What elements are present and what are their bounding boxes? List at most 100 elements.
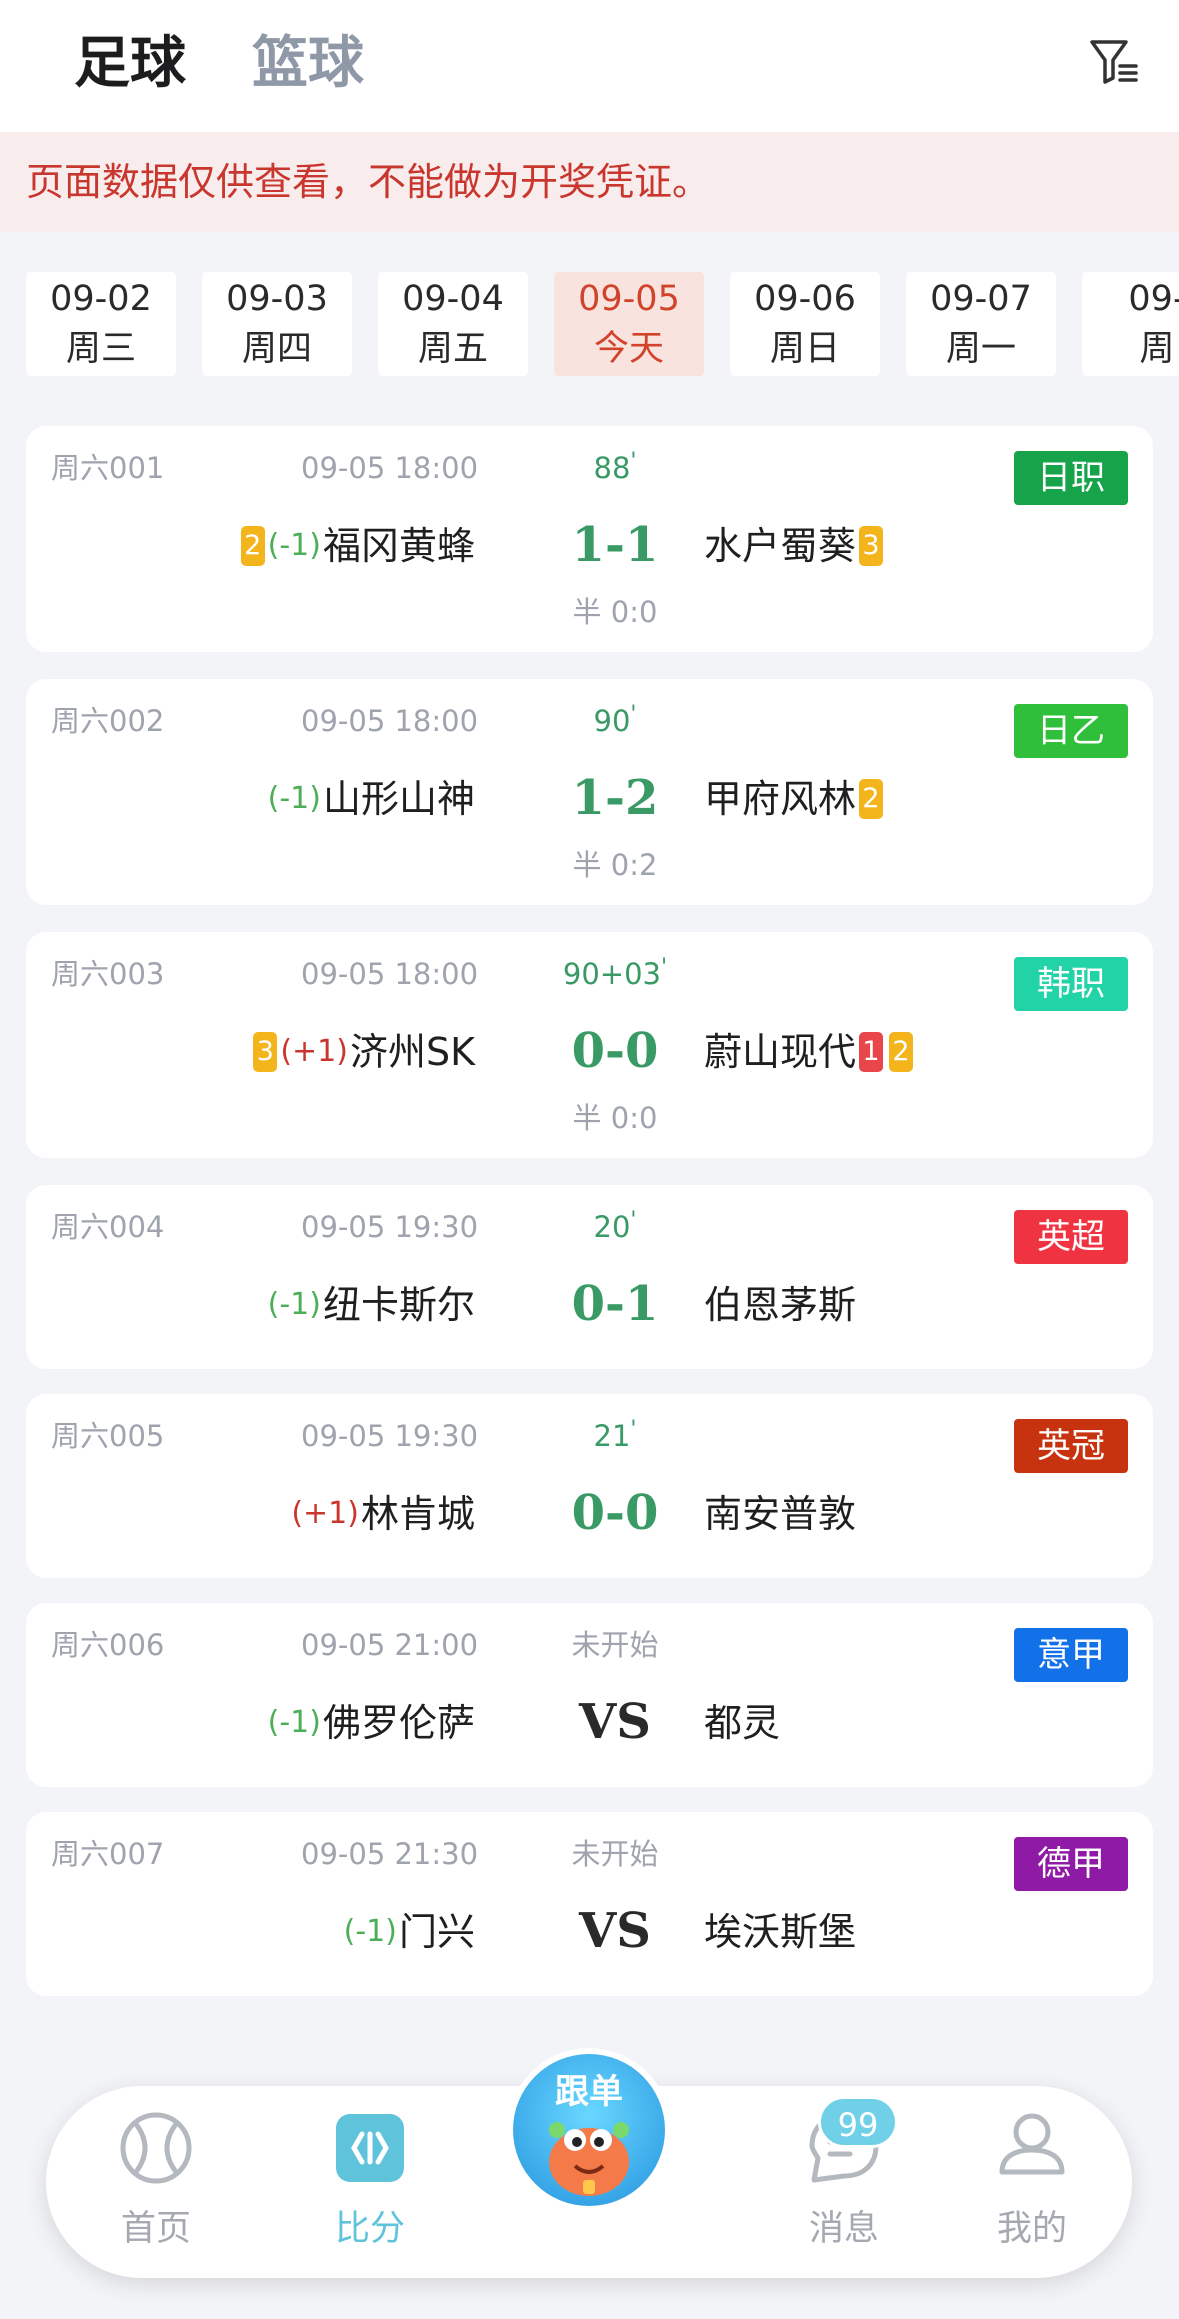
handicap: (-1) [267,1287,321,1322]
date-label: 09-07 [930,279,1032,319]
match-time: 09-05 18:00 [301,957,479,991]
match-card[interactable]: 周六005 09-05 19:30 21' 英冠 (+1) 林肯城 0-0 南安… [26,1394,1153,1578]
half-time-score: 半 0:0 [572,1101,658,1135]
date-item-0906[interactable]: 09-06 周日 [730,272,880,376]
match-id: 周六005 [51,1419,165,1453]
date-item-0902[interactable]: 09-02 周三 [26,272,176,376]
date-selector: 09-02 周三 09-03 周四 09-04 周五 09-05 今天 09-0… [0,272,1179,376]
weekday-label: 周五 [417,329,488,369]
handicap: (+1) [280,1034,348,1069]
home-team-name: 济州SK [349,1030,475,1074]
handicap: (-1) [267,1705,321,1740]
date-label: 09-05 [578,279,680,319]
nav-label: 首页 [120,2209,191,2249]
match-status: 未开始 [571,1837,659,1871]
match-minute: 21' [593,1417,637,1453]
away-team: 埃沃斯堡 [704,1904,856,1960]
filter-icon[interactable] [1086,34,1142,90]
home-team-name: 门兴 [398,1910,475,1954]
score-icon [332,2110,408,2186]
home-team: (-1) 佛罗伦萨 [268,1695,475,1751]
match-time: 09-05 21:00 [301,1628,479,1662]
match-card[interactable]: 周六004 09-05 19:30 20' 英超 (-1) 纽卡斯尔 0-1 伯… [26,1185,1153,1369]
away-team: 伯恩茅斯 [704,1277,856,1333]
match-card[interactable]: 周六002 09-05 18:00 90' 日乙 (-1) 山形山神 1-2 甲… [26,679,1153,905]
yellow-card-badge: 2 [889,1032,914,1072]
nav-home[interactable]: 首页 [76,2086,236,2278]
match-card[interactable]: 周六007 09-05 21:30 未开始 德甲 (-1) 门兴 VS 埃沃斯堡 [26,1812,1153,1996]
league-badge: 德甲 [1014,1837,1128,1891]
match-id: 周六001 [51,451,165,485]
away-team: 甲府风林 2 [704,771,886,827]
date-item-partial[interactable]: 09- 周 [1082,272,1179,376]
nav-score[interactable]: 比分 [290,2086,450,2278]
home-team-name: 山形山神 [322,777,475,821]
match-id: 周六003 [51,957,165,991]
match-score: 1-1 [571,517,659,573]
match-minute: 88' [593,449,637,485]
date-label: 09-03 [226,279,328,319]
home-team: 2 (-1) 福冈黄蜂 [238,518,475,574]
match-minute: 90+03' [562,955,668,991]
match-time: 09-05 19:30 [301,1419,479,1453]
date-item-0904[interactable]: 09-04 周五 [378,272,528,376]
home-team: (-1) 纽卡斯尔 [268,1277,475,1333]
match-id: 周六002 [51,704,165,738]
weekday-label: 周三 [65,329,136,369]
match-card[interactable]: 周六006 09-05 21:00 未开始 意甲 (-1) 佛罗伦萨 VS 都灵 [26,1603,1153,1787]
top-header: 足球 篮球 [0,0,1179,132]
message-count-badge: 99 [818,2096,898,2148]
handicap: (+1) [291,1496,359,1531]
nav-profile[interactable]: 我的 [952,2086,1112,2278]
match-card[interactable]: 周六003 09-05 18:00 90+03' 韩职 3 (+1) 济州SK … [26,932,1153,1158]
match-time: 09-05 18:00 [301,451,479,485]
match-id: 周六004 [51,1210,165,1244]
red-card-badge: 1 [859,1032,884,1072]
league-badge: 日乙 [1014,704,1128,758]
home-team: 3 (+1) 济州SK [250,1024,475,1080]
weekday-label: 周 [1139,329,1175,369]
away-team-name: 都灵 [704,1701,781,1745]
tab-football[interactable]: 足球 [74,28,186,100]
away-team: 水户蜀葵 3 [704,518,886,574]
date-label: 09- [1128,279,1179,319]
yellow-card-badge: 2 [859,779,884,819]
bottom-navigation: 首页 比分 跟单 消息 99 我的 [46,2054,1132,2278]
match-minute: 20' [593,1208,637,1244]
match-status: 未开始 [571,1628,659,1662]
away-team: 蔚山现代 1 2 [704,1024,916,1080]
home-team-name: 林肯城 [360,1492,475,1536]
match-score: 0-0 [571,1485,659,1541]
away-team-name: 蔚山现代 [704,1030,857,1074]
match-id: 周六006 [51,1628,165,1662]
league-badge: 意甲 [1014,1628,1128,1682]
date-item-0907[interactable]: 09-07 周一 [906,272,1056,376]
handicap: (-1) [267,528,321,563]
date-label: 09-02 [50,279,152,319]
disclaimer-notice: 页面数据仅供查看，不能做为开奖凭证。 [0,132,1179,232]
home-team-name: 福冈黄蜂 [322,524,475,568]
half-time-score: 半 0:2 [572,848,658,882]
football-icon [118,2110,194,2186]
away-team-name: 南安普敦 [704,1492,857,1536]
match-score: VS [579,1903,651,1959]
tab-basketball[interactable]: 篮球 [252,28,364,100]
nav-label: 比分 [334,2209,405,2249]
weekday-label: 周四 [241,329,312,369]
league-badge: 英超 [1014,1210,1128,1264]
league-badge: 英冠 [1014,1419,1128,1473]
away-team: 南安普敦 [704,1486,856,1542]
home-team-name: 佛罗伦萨 [322,1701,475,1745]
nav-label: 我的 [996,2209,1067,2249]
yellow-card-badge: 3 [859,526,884,566]
follow-order-button[interactable]: 跟单 [513,2054,665,2206]
match-card[interactable]: 周六001 09-05 18:00 88' 日职 2 (-1) 福冈黄蜂 1-1… [26,426,1153,652]
weekday-label: 周日 [769,329,840,369]
match-time: 09-05 21:30 [301,1837,479,1871]
handicap: (-1) [343,1914,397,1949]
half-time-score: 半 0:0 [572,595,658,629]
date-item-0905-today[interactable]: 09-05 今天 [554,272,704,376]
match-score: VS [579,1694,651,1750]
home-team-name: 纽卡斯尔 [322,1283,475,1327]
date-item-0903[interactable]: 09-03 周四 [202,272,352,376]
